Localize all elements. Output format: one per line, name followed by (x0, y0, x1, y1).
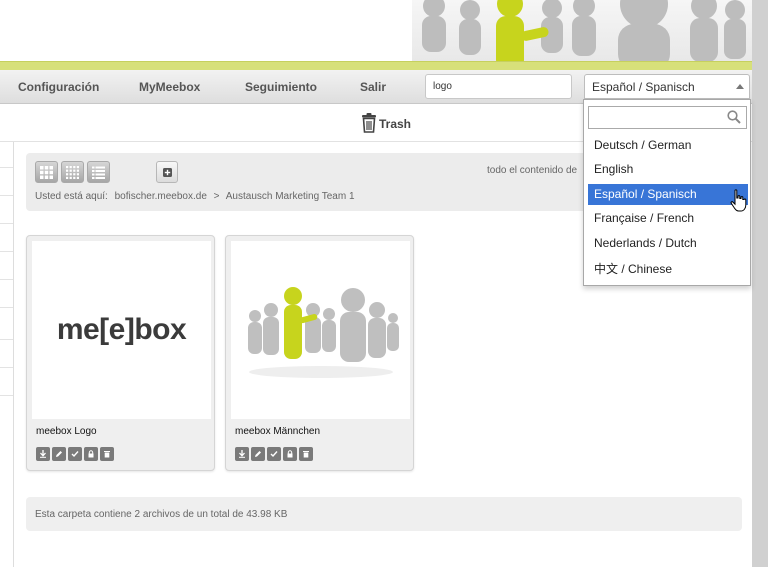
view-list-button[interactable] (87, 161, 110, 183)
nav-item-configuracion[interactable]: Configuración (18, 80, 99, 94)
file-thumbnail[interactable]: me[e]box (32, 241, 211, 419)
edit-icon[interactable] (52, 447, 66, 461)
sidebar-divider (0, 251, 13, 252)
trash-icon (361, 112, 377, 136)
lock-icon[interactable] (283, 447, 297, 461)
sidebar-divider (0, 395, 13, 396)
language-option-german[interactable]: Deutsch / German (588, 135, 748, 156)
file-name[interactable]: meebox Männchen (235, 426, 320, 437)
folder-info-text: todo el contenido de (487, 165, 578, 176)
search-input[interactable] (425, 74, 572, 99)
delete-icon[interactable] (299, 447, 313, 461)
edit-icon[interactable] (251, 447, 265, 461)
sidebar-divider (0, 223, 13, 224)
small-grid-icon (66, 165, 79, 179)
sidebar (0, 142, 14, 567)
chevron-up-icon (736, 84, 744, 89)
header-accent-line (0, 61, 752, 70)
nav-item-salir[interactable]: Salir (360, 80, 386, 94)
add-file-button[interactable] (156, 161, 178, 183)
meebox-logo: me[e]box (56, 313, 187, 346)
trash-button[interactable]: Trash (361, 112, 412, 136)
language-option-english[interactable]: English (588, 159, 748, 180)
file-card-figures[interactable]: meebox Männchen (225, 235, 414, 471)
figures-thumbnail-image (247, 287, 399, 378)
folder-summary-text: Esta carpeta contiene 2 archivos de un t… (35, 509, 288, 520)
sidebar-divider (0, 279, 13, 280)
hand-cursor-icon (729, 189, 749, 218)
sidebar-divider (0, 307, 13, 308)
file-thumbnail[interactable] (231, 241, 410, 419)
nav-item-seguimiento[interactable]: Seguimiento (245, 80, 317, 94)
check-icon[interactable] (267, 447, 281, 461)
trash-label: Trash (379, 117, 412, 131)
breadcrumb-separator: > (213, 191, 220, 202)
nav-item-mymeebox[interactable]: MyMeebox (139, 80, 200, 94)
header-banner (0, 0, 752, 70)
search-icon (727, 110, 741, 129)
language-select[interactable]: Español / Spanisch (584, 74, 750, 99)
people-figures-illustration (412, 0, 752, 70)
file-name[interactable]: meebox Logo (36, 426, 97, 437)
sidebar-divider (0, 367, 13, 368)
download-icon[interactable] (235, 447, 249, 461)
check-icon[interactable] (68, 447, 82, 461)
language-selected-label: Español / Spanisch (592, 80, 695, 94)
download-icon[interactable] (36, 447, 50, 461)
folder-summary-panel: Esta carpeta contiene 2 archivos de un t… (26, 497, 742, 531)
language-option-spanish[interactable]: Español / Spanisch (588, 184, 748, 205)
breadcrumb-item[interactable]: Austausch Marketing Team 1 (226, 191, 355, 202)
view-small-grid-button[interactable] (61, 161, 84, 183)
large-grid-icon (40, 165, 53, 179)
breadcrumb-item[interactable]: bofischer.meebox.de (115, 191, 207, 202)
language-dropdown-menu: Deutsch / German English Español / Spani… (583, 99, 751, 286)
file-actions (36, 447, 114, 461)
sidebar-divider (0, 195, 13, 196)
sidebar-divider (0, 339, 13, 340)
sidebar-divider (0, 167, 13, 168)
breadcrumb: Usted está aquí: bofischer.meebox.de > A… (35, 191, 359, 202)
breadcrumb-prefix: Usted está aquí: (35, 191, 108, 202)
window-scrollbar[interactable] (752, 0, 768, 567)
file-card-logo[interactable]: me[e]box meebox Logo (26, 235, 215, 471)
language-option-chinese[interactable]: 中文 / Chinese (588, 257, 748, 278)
language-search-input[interactable] (588, 106, 747, 129)
language-option-french[interactable]: Française / French (588, 208, 748, 229)
lock-icon[interactable] (84, 447, 98, 461)
plus-icon (162, 167, 172, 177)
language-option-dutch[interactable]: Nederlands / Dutch (588, 233, 748, 254)
list-icon (92, 166, 105, 179)
view-large-grid-button[interactable] (35, 161, 58, 183)
delete-icon[interactable] (100, 447, 114, 461)
file-actions (235, 447, 313, 461)
